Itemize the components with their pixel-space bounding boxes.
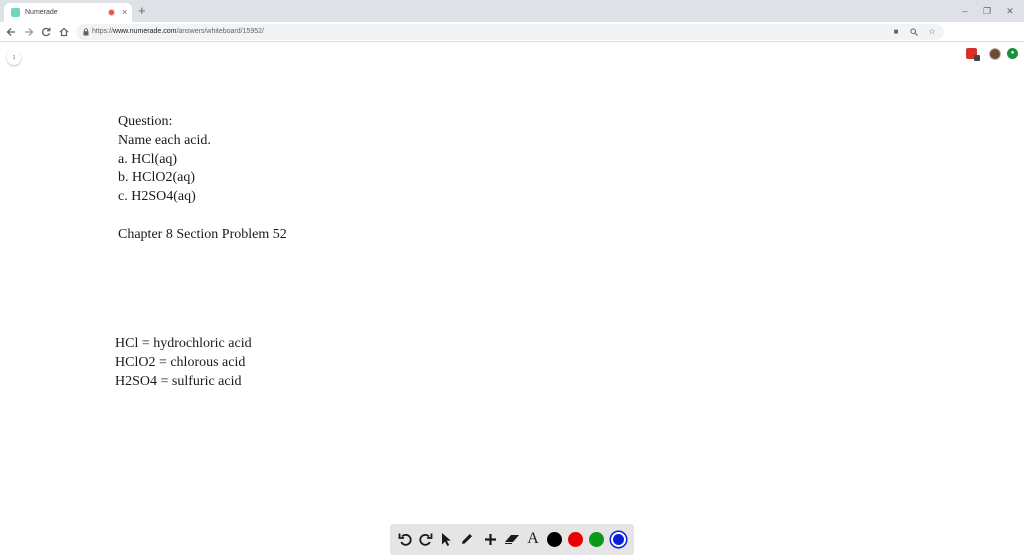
close-window-button[interactable]: ✕: [1003, 4, 1017, 18]
tab-strip: Numerade × + – ❐ ✕: [0, 0, 1024, 22]
question-line: a. HCl(aq): [118, 151, 178, 167]
reload-button[interactable]: [39, 24, 53, 40]
pen-tool-button[interactable]: [457, 529, 477, 549]
color-red-swatch[interactable]: [568, 532, 583, 547]
undo-icon: [398, 533, 412, 546]
answer-block: HCl = hydrochloric acid HClO2 = chlorous…: [115, 335, 252, 391]
plus-icon: [484, 533, 496, 545]
forward-arrow-icon: [25, 28, 34, 36]
browser-toolbar: https://www.numerade.com/answers/whitebo…: [0, 22, 1024, 61]
recording-indicator-icon: [108, 9, 115, 16]
reload-icon: [41, 27, 51, 37]
home-button[interactable]: [57, 24, 71, 40]
back-arrow-icon: [6, 28, 15, 36]
question-line: b. HClO2(aq): [118, 170, 195, 186]
select-tool-button[interactable]: [436, 529, 456, 549]
text-tool-button[interactable]: A: [523, 529, 543, 549]
tab-close-icon[interactable]: ×: [122, 6, 127, 19]
minimize-button[interactable]: –: [958, 4, 972, 18]
new-tab-button[interactable]: +: [138, 3, 146, 19]
question-line: Question:: [118, 114, 173, 129]
drawing-toolbar: A: [390, 524, 634, 555]
color-green-swatch[interactable]: [589, 532, 604, 547]
url-text: https://www.numerade.com/answers/whitebo…: [92, 25, 264, 39]
color-black-swatch[interactable]: [547, 532, 562, 547]
answer-line: H2SO4 = sulfuric acid: [115, 373, 242, 389]
camera-icon[interactable]: ■: [890, 26, 902, 38]
home-icon: [59, 27, 69, 37]
bookmark-star-icon[interactable]: ☆: [926, 26, 938, 38]
add-button[interactable]: [480, 529, 500, 549]
eraser-tool-button[interactable]: [502, 529, 522, 549]
redo-icon: [419, 533, 433, 546]
back-button[interactable]: [4, 24, 18, 40]
undo-button[interactable]: [395, 529, 415, 549]
tab-title: Numerade: [25, 9, 58, 16]
extension-green-icon[interactable]: ●: [1007, 48, 1018, 59]
redo-button[interactable]: [416, 529, 436, 549]
color-blue-swatch-selected[interactable]: [611, 532, 626, 547]
avatar[interactable]: [989, 48, 1001, 60]
zoom-search-icon[interactable]: [908, 26, 920, 38]
answer-line: HCl = hydrochloric acid: [115, 336, 252, 351]
eraser-icon: [505, 535, 519, 544]
forward-button[interactable]: [22, 24, 36, 40]
question-line: c. H2SO4(aq): [118, 189, 196, 205]
url-scheme: https://: [92, 28, 114, 35]
cursor-arrow-icon: [442, 532, 451, 546]
pencil-icon: [462, 534, 472, 544]
answer-line: HClO2 = chlorous acid: [115, 354, 246, 370]
url-path: /answers/whiteboard/15952/: [176, 28, 264, 35]
extension-icon[interactable]: [966, 48, 980, 61]
restore-button[interactable]: ❐: [980, 4, 994, 18]
question-line: Name each acid.: [118, 132, 211, 148]
lock-icon: [83, 28, 89, 36]
address-bar[interactable]: https://www.numerade.com/answers/whitebo…: [76, 24, 944, 40]
numerade-favicon-icon: [11, 8, 20, 17]
url-host: www.numerade.com: [113, 28, 177, 35]
page-number-indicator[interactable]: 1: [7, 51, 21, 65]
question-source: Chapter 8 Section Problem 52: [118, 226, 287, 242]
question-block: Question: Name each acid. a. HCl(aq) b. …: [118, 113, 287, 245]
browser-tab[interactable]: Numerade ×: [4, 3, 132, 22]
